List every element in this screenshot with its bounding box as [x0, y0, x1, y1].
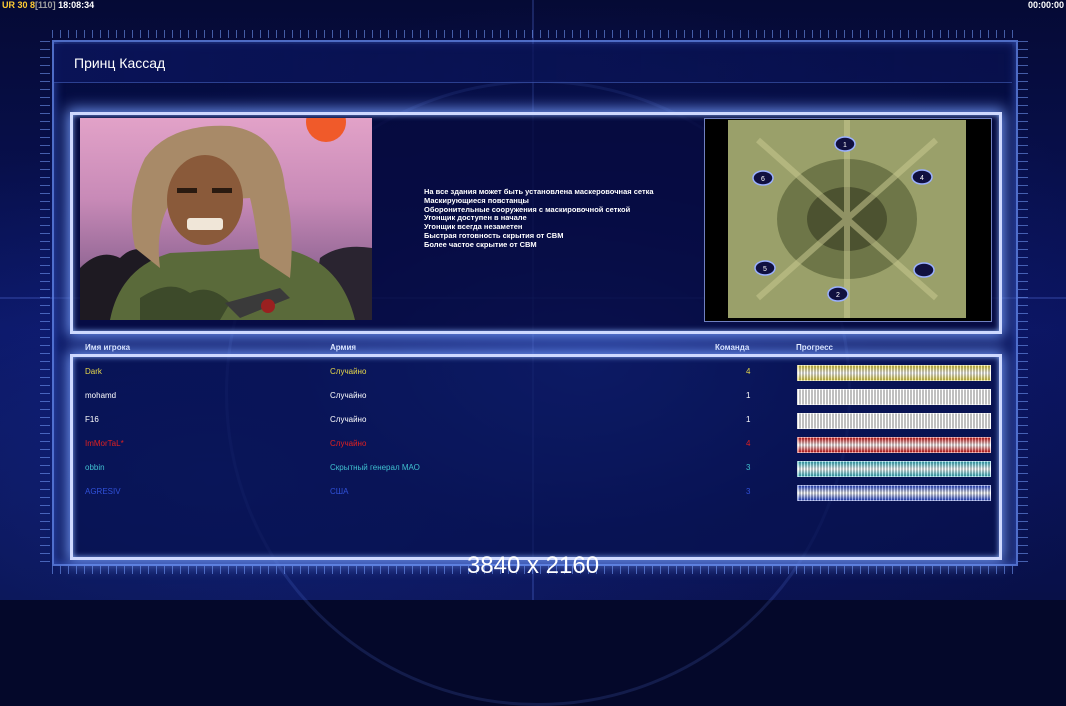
player-team: 3	[746, 487, 751, 496]
rule-item: Более частое скрытие от СВМ	[424, 239, 537, 249]
player-row: ImMorTaL* Случайно 4	[0, 436, 1066, 454]
start-position-label: 2	[836, 292, 840, 299]
teeth	[187, 218, 223, 230]
player-name: ImMorTaL*	[85, 439, 124, 448]
hud-stats: UR 30 8[110] 18:08:34	[2, 0, 94, 10]
player-team: 4	[746, 367, 751, 376]
player-name: F16	[85, 415, 99, 424]
players-panel	[70, 354, 1002, 560]
eye-right	[212, 188, 232, 193]
hud-ur-label: UR	[2, 0, 15, 10]
start-position-5: 5	[754, 260, 776, 276]
start-position-label: 1	[843, 142, 847, 149]
header-team: Команда	[715, 343, 750, 352]
player-name: obbin	[85, 463, 105, 472]
hud-extra: [110]	[35, 0, 56, 10]
start-position-label: 4	[920, 175, 924, 182]
minimap: 1 4 2 5 6	[728, 120, 966, 318]
player-progress-bar	[797, 413, 991, 429]
player-progress-bar	[797, 365, 991, 381]
start-position-2: 2	[827, 286, 849, 302]
player-row: obbin Скрытный генерал МАО 3	[0, 460, 1066, 478]
hud-fps: 30 8	[17, 0, 36, 10]
hud-clock: 18:08:34	[58, 0, 95, 10]
start-position-6: 6	[752, 170, 774, 186]
player-army: США	[330, 487, 349, 496]
player-name: AGRESIV	[85, 487, 121, 496]
resolution-watermark: 3840 x 2160	[466, 552, 600, 579]
general-title: Принц Кассад	[74, 55, 166, 71]
player-progress-bar	[797, 437, 991, 453]
start-position-label: 6	[761, 176, 765, 183]
title-bar	[54, 44, 1012, 83]
player-progress-bar	[797, 461, 991, 477]
player-progress-bar	[797, 389, 991, 405]
weapon-detail	[261, 299, 275, 313]
player-row: AGRESIV США 3	[0, 484, 1066, 502]
eye-left	[177, 188, 197, 193]
player-army: Случайно	[330, 439, 367, 448]
header-army: Армия	[330, 343, 357, 352]
player-progress-bar	[797, 485, 991, 501]
player-army: Случайно	[330, 367, 367, 376]
start-position-unnumbered	[913, 262, 935, 278]
hud-timer: 00:00:00	[1027, 0, 1064, 10]
frame-ticks-top	[52, 30, 1018, 38]
general-rules-list: На все здания может быть установлена мас…	[424, 187, 654, 250]
player-row: mohamd Случайно 1	[0, 388, 1066, 406]
player-team: 1	[746, 415, 751, 424]
player-team: 1	[746, 391, 751, 400]
player-army: Случайно	[330, 391, 367, 400]
general-portrait	[80, 118, 372, 320]
header-player-name: Имя игрока	[85, 343, 131, 352]
player-team: 4	[746, 439, 751, 448]
start-position-label: 5	[763, 266, 767, 273]
sun	[306, 118, 346, 142]
player-army: Скрытный генерал МАО	[330, 463, 420, 472]
player-row: Dark Случайно 4	[0, 364, 1066, 382]
player-name: Dark	[85, 367, 102, 376]
header-progress: Прогресс	[796, 343, 833, 352]
player-row: F16 Случайно 1	[0, 412, 1066, 430]
portrait-illustration	[80, 118, 372, 320]
player-name: mohamd	[85, 391, 117, 400]
start-position-1: 1	[834, 136, 856, 152]
player-army: Случайно	[330, 415, 367, 424]
face	[167, 155, 243, 245]
start-position-4: 4	[911, 169, 933, 185]
player-team: 3	[746, 463, 751, 472]
